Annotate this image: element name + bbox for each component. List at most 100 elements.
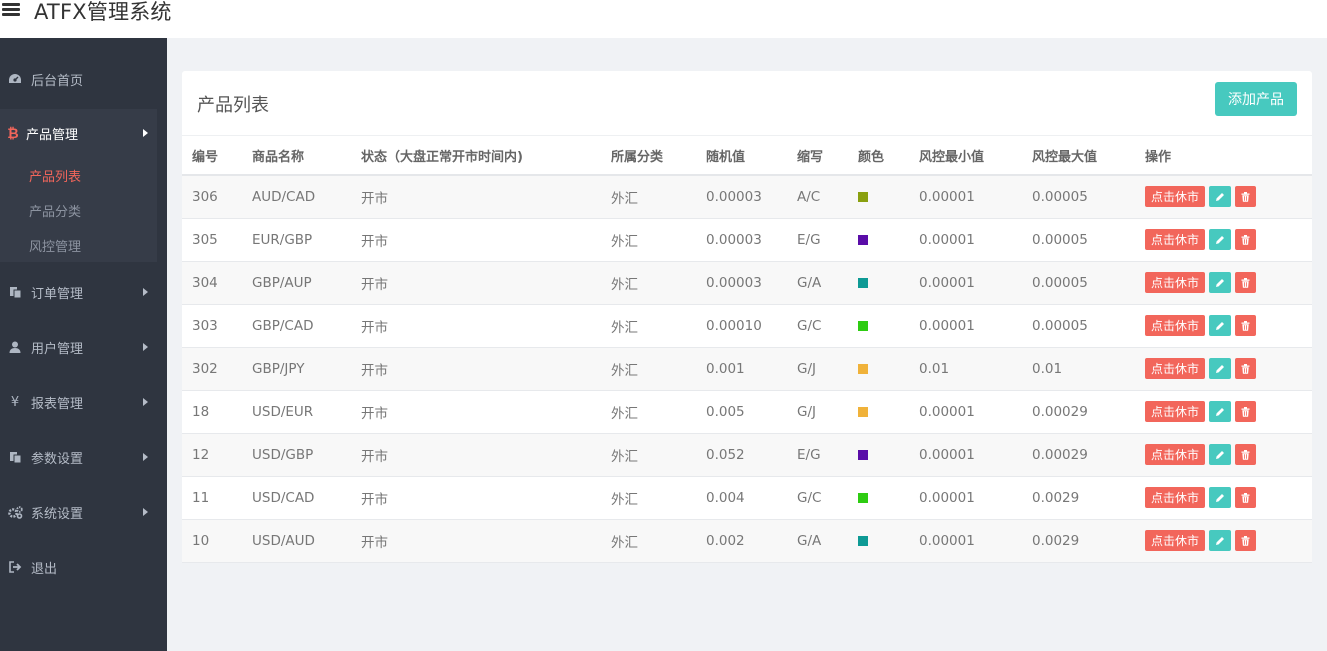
trash-icon xyxy=(1241,277,1250,288)
trash-icon xyxy=(1241,406,1250,417)
edit-button[interactable] xyxy=(1209,272,1231,293)
close-market-button[interactable]: 点击休市 xyxy=(1145,315,1205,336)
cell-random: 0.002 xyxy=(696,519,787,563)
cell-abbr: G/A xyxy=(787,261,848,305)
close-market-button[interactable]: 点击休市 xyxy=(1145,444,1205,465)
cell-min: 0.00001 xyxy=(909,433,1022,477)
edit-button[interactable] xyxy=(1209,401,1231,422)
delete-button[interactable] xyxy=(1235,229,1256,250)
cell-actions: 点击休市 xyxy=(1135,390,1312,434)
cell-min: 0.00001 xyxy=(909,261,1022,305)
add-product-button[interactable]: 添加产品 xyxy=(1215,82,1297,116)
color-swatch xyxy=(858,449,868,460)
cell-min: 0.00001 xyxy=(909,390,1022,434)
subnav-product-category[interactable]: 产品分类 xyxy=(29,201,81,220)
pencil-icon xyxy=(1216,321,1224,330)
edit-button[interactable] xyxy=(1209,186,1231,208)
top-bar: ATFX管理系统 xyxy=(0,0,1327,38)
edit-button[interactable] xyxy=(1209,358,1231,379)
cell-name: GBP/JPY xyxy=(242,347,351,391)
close-market-button[interactable]: 点击休市 xyxy=(1145,530,1205,551)
table-row: 302 GBP/JPY 开市 外汇 0.001 G/J 0.01 0.01 点击休市 xyxy=(182,347,1312,391)
close-market-button[interactable]: 点击休市 xyxy=(1145,487,1205,508)
cell-actions: 点击休市 xyxy=(1135,218,1312,262)
cell-id: 11 xyxy=(182,476,242,520)
close-market-button[interactable]: 点击休市 xyxy=(1145,401,1205,422)
column-header[interactable]: 缩写 xyxy=(787,136,848,176)
caret-right-icon xyxy=(143,129,148,137)
close-market-button[interactable]: 点击休市 xyxy=(1145,358,1205,379)
row-actions: 点击休市 xyxy=(1145,401,1312,422)
column-header[interactable]: 风控最小值 xyxy=(909,136,1022,176)
cell-status: 开市 xyxy=(351,261,601,305)
column-header[interactable]: 所属分类 xyxy=(601,136,696,176)
cell-actions: 点击休市 xyxy=(1135,304,1312,348)
edit-button[interactable] xyxy=(1209,530,1231,551)
cell-color xyxy=(848,261,909,305)
edit-button[interactable] xyxy=(1209,315,1231,336)
row-actions: 点击休市 xyxy=(1145,272,1312,293)
cell-random: 0.00010 xyxy=(696,304,787,348)
edit-button[interactable] xyxy=(1209,487,1231,508)
column-header[interactable]: 状态（大盘正常开市时间内) xyxy=(351,136,601,176)
cell-random: 0.00003 xyxy=(696,218,787,262)
delete-button[interactable] xyxy=(1235,487,1256,508)
row-actions: 点击休市 xyxy=(1145,229,1312,250)
app-title: ATFX管理系统 xyxy=(34,0,172,24)
delete-button[interactable] xyxy=(1235,186,1256,208)
sidebar-item-dashboard[interactable]: 后台首页 xyxy=(0,61,167,97)
caret-right-icon xyxy=(143,453,148,461)
delete-button[interactable] xyxy=(1235,315,1256,336)
cell-actions: 点击休市 xyxy=(1135,261,1312,305)
subnav-product-list[interactable]: 产品列表 xyxy=(29,166,81,185)
edit-button[interactable] xyxy=(1209,229,1231,250)
sidebar-item-system[interactable]: 系统设置 xyxy=(0,494,167,530)
sidebar-item-product-management[interactable]: ₿ 产品管理 xyxy=(0,115,157,151)
cell-id: 302 xyxy=(182,347,242,391)
cell-category: 外汇 xyxy=(601,433,696,477)
cell-min: 0.01 xyxy=(909,347,1022,391)
sidebar-item-logout[interactable]: 退出 xyxy=(0,549,167,585)
delete-button[interactable] xyxy=(1235,401,1256,422)
cell-id: 305 xyxy=(182,218,242,262)
cell-category: 外汇 xyxy=(601,347,696,391)
cell-abbr: G/J xyxy=(787,390,848,434)
cell-status: 开市 xyxy=(351,476,601,520)
cell-status: 开市 xyxy=(351,390,601,434)
sidebar-item-reports[interactable]: ¥ 报表管理 xyxy=(0,384,167,420)
close-market-button[interactable]: 点击休市 xyxy=(1145,186,1205,208)
close-market-button[interactable]: 点击休市 xyxy=(1145,272,1205,293)
caret-right-icon xyxy=(143,343,148,351)
edit-button[interactable] xyxy=(1209,444,1231,465)
cell-abbr: G/C xyxy=(787,476,848,520)
close-market-button[interactable]: 点击休市 xyxy=(1145,229,1205,250)
sidebar-item-params[interactable]: 参数设置 xyxy=(0,439,167,475)
column-header[interactable]: 编号 xyxy=(182,136,242,176)
cell-id: 306 xyxy=(182,175,242,219)
cell-category: 外汇 xyxy=(601,519,696,563)
cell-name: USD/CAD xyxy=(242,476,351,520)
column-header[interactable]: 商品名称 xyxy=(242,136,351,176)
delete-button[interactable] xyxy=(1235,444,1256,465)
cell-min: 0.00001 xyxy=(909,519,1022,563)
sidebar-item-users[interactable]: 用户管理 xyxy=(0,329,167,365)
cell-status: 开市 xyxy=(351,519,601,563)
delete-button[interactable] xyxy=(1235,272,1256,293)
trash-icon xyxy=(1241,191,1250,202)
sidebar-item-orders[interactable]: 订单管理 xyxy=(0,274,167,310)
column-header[interactable]: 颜色 xyxy=(848,136,909,176)
delete-button[interactable] xyxy=(1235,530,1256,551)
column-header[interactable]: 随机值 xyxy=(696,136,787,176)
column-header[interactable]: 风控最大值 xyxy=(1022,136,1135,176)
cell-color xyxy=(848,304,909,348)
cell-actions: 点击休市 xyxy=(1135,347,1312,391)
subnav-risk-control[interactable]: 风控管理 xyxy=(29,236,81,255)
table-row: 10 USD/AUD 开市 外汇 0.002 G/A 0.00001 0.0029 点击休市 xyxy=(182,519,1312,563)
cell-color xyxy=(848,519,909,563)
cell-random: 0.052 xyxy=(696,433,787,477)
sidebar-group-product: ₿ 产品管理 产品列表 产品分类 风控管理 xyxy=(0,109,157,262)
menu-toggle-icon[interactable] xyxy=(2,1,20,18)
delete-button[interactable] xyxy=(1235,358,1256,379)
cell-status: 开市 xyxy=(351,218,601,262)
cell-id: 304 xyxy=(182,261,242,305)
